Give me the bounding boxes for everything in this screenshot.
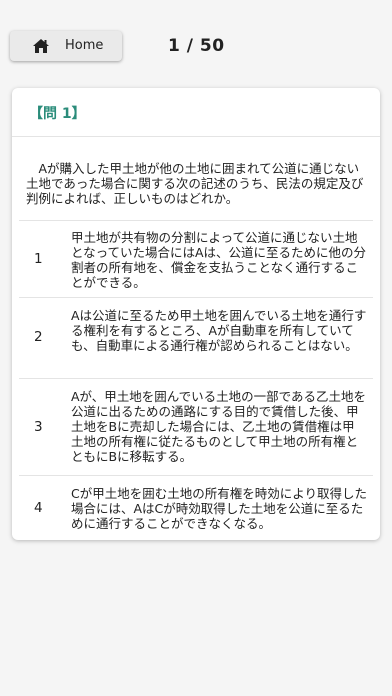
top-bar: Home 1 / 50	[0, 0, 392, 84]
choice-1[interactable]: 1 甲土地が共有物の分割によって公道に通じない土地となっていた場合にはAは、公道…	[19, 220, 373, 297]
question-card: 【問 1】 Aが購入した甲土地が他の土地に囲まれて公道に通じない土地であった場合…	[12, 88, 380, 540]
choice-list: 1 甲土地が共有物の分割によって公道に通じない土地となっていた場合にはAは、公道…	[19, 220, 373, 541]
choice-3[interactable]: 3 Aが、甲土地を囲んでいる土地の一部である乙土地を公道に出るための通路にする目…	[19, 378, 373, 475]
choice-2[interactable]: 2 Aは公道に至るため甲土地を囲んでいる土地を通行する権利を有するところ、Aが自…	[19, 297, 373, 378]
question-text: Aが購入した甲土地が他の土地に囲まれて公道に通じない土地であった場合に関する次の…	[26, 161, 364, 206]
question-progress: 1 / 50	[168, 36, 225, 56]
choice-number: 3	[34, 419, 43, 435]
home-button-label: Home	[65, 38, 104, 53]
choice-number: 1	[34, 251, 43, 267]
home-button[interactable]: Home	[10, 31, 122, 61]
divider	[12, 136, 380, 137]
choice-text: Aは公道に至るため甲土地を囲んでいる土地を通行する権利を有するところ、Aが自動車…	[71, 308, 367, 353]
choice-number: 2	[34, 329, 43, 345]
choice-text: 甲土地が共有物の分割によって公道に通じない土地となっていた場合にはAは、公道に至…	[71, 230, 367, 290]
choice-number: 4	[34, 500, 43, 516]
choice-4[interactable]: 4 Cが甲土地を囲む土地の所有権を時効により取得した場合には、AはCが時効取得し…	[19, 475, 373, 541]
question-title: 【問 1】	[29, 106, 86, 122]
home-icon	[33, 39, 49, 53]
choice-text: Cが甲土地を囲む土地の所有権を時効により取得した場合には、AはCが時効取得した土…	[71, 486, 367, 531]
choice-text: Aが、甲土地を囲んでいる土地の一部である乙土地を公道に出るための通路にする目的で…	[71, 389, 367, 464]
